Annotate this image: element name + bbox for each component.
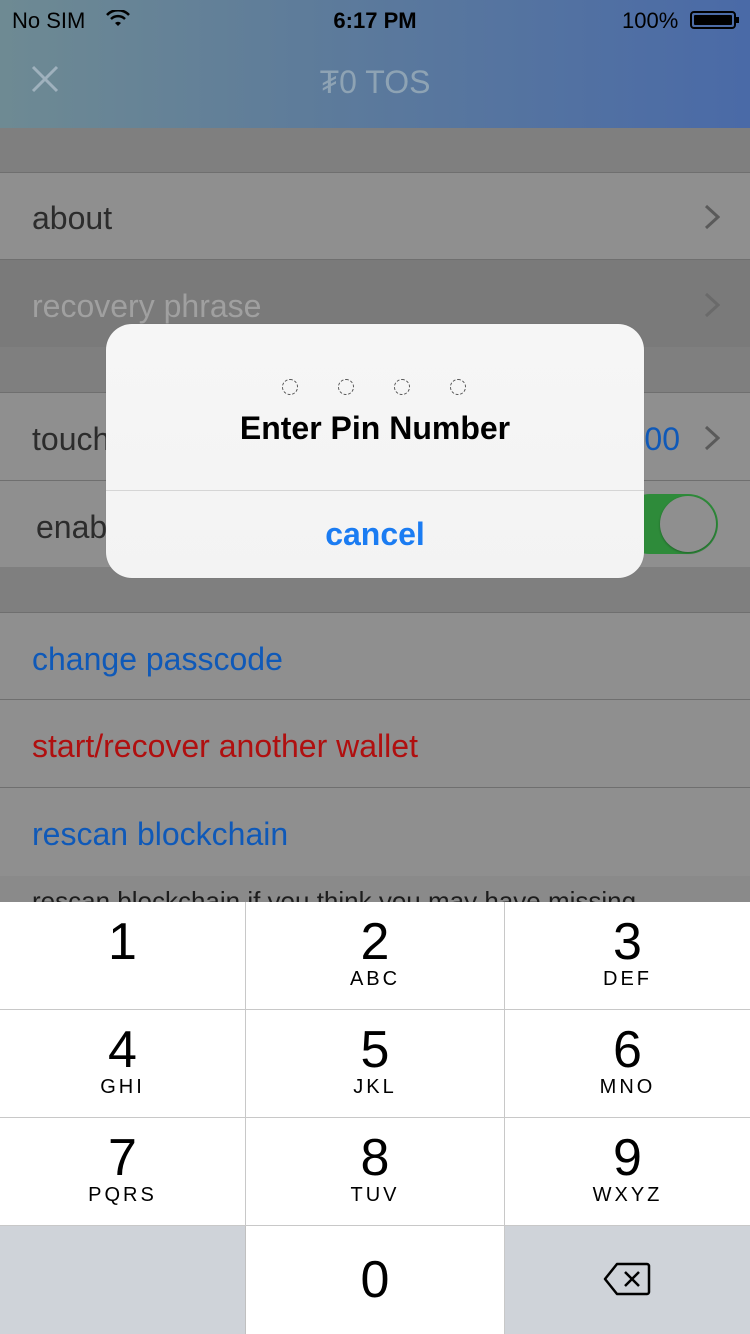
key-digit: 0	[360, 1251, 390, 1309]
key-digit: 5	[360, 1021, 390, 1079]
chevron-right-icon	[704, 204, 720, 230]
key-4[interactable]: 4 GHI	[0, 1010, 246, 1118]
key-1[interactable]: 1	[0, 902, 246, 1010]
change-passcode-row[interactable]: change passcode	[0, 612, 750, 700]
key-digit: 8	[360, 1129, 390, 1187]
key-letters: MNO	[599, 1076, 656, 1098]
start-recover-wallet-row[interactable]: start/recover another wallet	[0, 699, 750, 788]
rescan-blockchain-label: rescan blockchain	[32, 816, 289, 852]
key-digit: 7	[108, 1129, 137, 1187]
backspace-icon	[603, 1262, 651, 1296]
pin-dot-4	[450, 379, 466, 395]
key-letters: PQRS	[88, 1184, 157, 1206]
rescan-footnote: rescan blockchain if you think you may h…	[0, 876, 750, 902]
key-0[interactable]: 0	[246, 1226, 505, 1334]
about-row[interactable]: about	[0, 172, 750, 260]
numeric-keypad: 1 2 ABC 3 DEF 4 GHI 5 JKL 6 MNO 7 PQRS 8…	[0, 902, 750, 1334]
key-5[interactable]: 5 JKL	[246, 1010, 505, 1118]
nav-title: ₮0 TOS	[319, 64, 431, 100]
chevron-right-icon	[704, 425, 720, 451]
navigation-header: No SIM 6:17 PM 100% ₮0 TOS	[0, 0, 750, 128]
touch-id-label: touch	[32, 421, 111, 457]
touch-id-value: 00	[644, 421, 680, 457]
dialog-title: Enter Pin Number	[239, 410, 511, 446]
key-9[interactable]: 9 WXYZ	[505, 1118, 750, 1226]
battery-percent: 100%	[622, 8, 679, 33]
chevron-right-icon	[704, 292, 720, 318]
start-recover-wallet-label: start/recover another wallet	[32, 728, 418, 764]
change-passcode-label: change passcode	[32, 641, 283, 677]
pin-dot-3	[394, 379, 410, 395]
key-7[interactable]: 7 PQRS	[0, 1118, 246, 1226]
battery-icon	[690, 11, 739, 29]
key-letters: DEF	[603, 968, 652, 990]
key-letters: TUV	[350, 1184, 400, 1206]
key-letters: ABC	[349, 968, 401, 990]
key-2[interactable]: 2 ABC	[246, 902, 505, 1010]
cancel-button[interactable]: cancel	[106, 491, 644, 578]
key-letters: JKL	[353, 1076, 397, 1098]
key-digit: 3	[613, 913, 642, 971]
key-3[interactable]: 3 DEF	[505, 902, 750, 1010]
pin-dot-1	[282, 379, 298, 395]
key-digit: 6	[613, 1021, 642, 1079]
backspace-key[interactable]	[505, 1226, 750, 1334]
about-label: about	[32, 200, 113, 236]
key-letters: GHI	[100, 1076, 145, 1098]
key-digit: 2	[360, 913, 390, 971]
pin-dot-2	[338, 379, 354, 395]
key-6[interactable]: 6 MNO	[505, 1010, 750, 1118]
section-gap	[0, 128, 750, 172]
key-letters: WXYZ	[592, 1184, 663, 1206]
enable-label: enab	[36, 509, 108, 545]
rescan-footnote-text: rescan blockchain if you think you may h…	[32, 886, 637, 902]
key-blank	[0, 1226, 246, 1334]
recovery-phrase-label: recovery phrase	[32, 288, 262, 324]
key-digit: 1	[108, 913, 137, 971]
rescan-blockchain-row[interactable]: rescan blockchain	[0, 787, 750, 876]
pin-dialog: Enter Pin Number cancel	[106, 324, 644, 578]
key-8[interactable]: 8 TUV	[246, 1118, 505, 1226]
key-digit: 9	[613, 1129, 642, 1187]
key-digit: 4	[108, 1021, 137, 1079]
